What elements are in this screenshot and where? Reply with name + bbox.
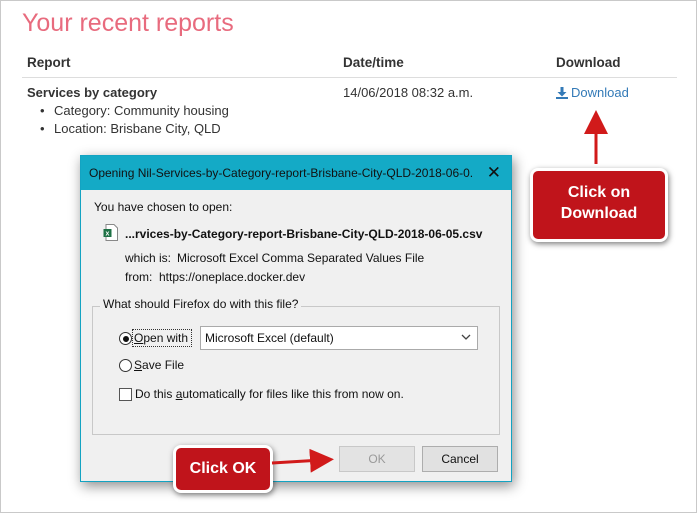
save-file-label[interactable]: Save File: [134, 358, 184, 372]
chevron-down-icon: [461, 334, 471, 340]
save-file-label-rest: ave File: [142, 358, 185, 372]
download-icon: [556, 86, 568, 99]
file-name: ...rvices-by-Category-report-Brisbane-Ci…: [125, 227, 483, 241]
open-with-select[interactable]: Microsoft Excel (default): [200, 326, 478, 350]
auto-label[interactable]: Do this automatically for files like thi…: [135, 387, 404, 401]
callout-click-ok: Click OK: [173, 445, 273, 493]
table-header-divider: [22, 77, 677, 78]
dialog-titlebar[interactable]: Opening Nil-Services-by-Category-report-…: [81, 156, 511, 190]
column-header-report: Report: [27, 55, 71, 70]
callout-download-line2: Download: [560, 205, 638, 222]
report-datetime: 14/06/2018 08:32 a.m.: [343, 85, 474, 100]
report-detail-location: Location: Brisbane City, QLD: [40, 120, 229, 138]
column-header-datetime: Date/time: [343, 55, 404, 70]
cancel-button[interactable]: Cancel: [422, 446, 498, 472]
open-file-dialog: Opening Nil-Services-by-Category-report-…: [80, 155, 512, 482]
from-label: from:: [125, 270, 153, 284]
callout-download-line1: Click on: [567, 184, 631, 201]
save-file-radio[interactable]: [119, 359, 132, 372]
svg-text:x: x: [106, 231, 110, 238]
excel-file-icon: x: [103, 224, 118, 241]
open-with-value: Microsoft Excel (default): [205, 331, 334, 345]
open-with-label-rest: pen with: [143, 331, 189, 345]
file-source: https://oneplace.docker.dev: [159, 270, 306, 284]
dialog-title: Opening Nil-Services-by-Category-report-…: [89, 166, 474, 180]
open-with-label[interactable]: Open with: [134, 331, 188, 345]
report-details: Category: Community housing Location: Br…: [40, 102, 229, 138]
report-detail-category: Category: Community housing: [40, 102, 229, 120]
chosen-label: You have chosen to open:: [94, 200, 233, 214]
which-is-label: which is:: [125, 251, 172, 265]
close-icon[interactable]: ✕: [487, 163, 501, 183]
download-link-label[interactable]: Download: [571, 85, 629, 100]
download-link[interactable]: Download: [556, 85, 629, 100]
callout-click-download: Click on Download: [530, 168, 668, 242]
ok-button[interactable]: OK: [339, 446, 415, 472]
page-title: Your recent reports: [22, 9, 234, 37]
file-type: Microsoft Excel Comma Separated Values F…: [177, 251, 425, 265]
report-name: Services by category: [27, 85, 158, 100]
open-with-radio[interactable]: [119, 332, 132, 345]
column-header-download: Download: [556, 55, 621, 70]
auto-checkbox[interactable]: [119, 388, 132, 401]
action-group-label: What should Firefox do with this file?: [100, 297, 302, 311]
